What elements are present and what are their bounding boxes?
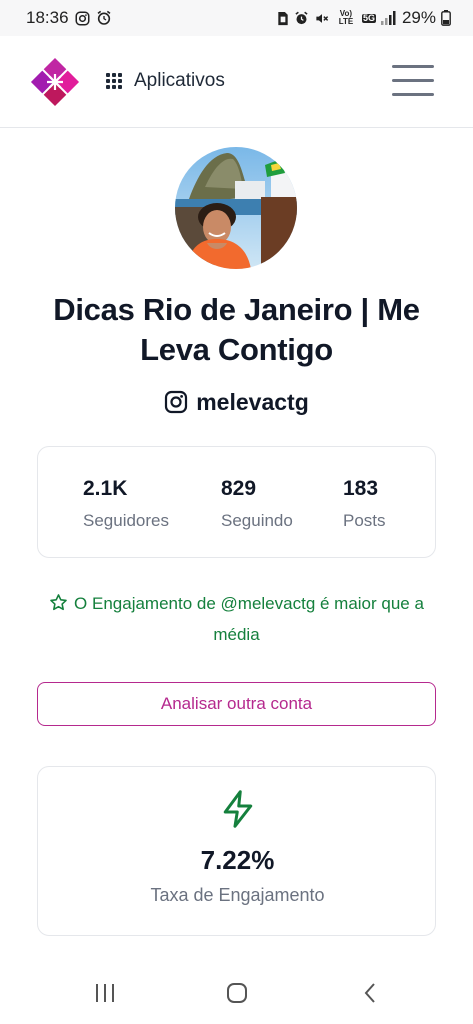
- stat-following: 829 Seguindo: [221, 477, 293, 531]
- volte-icon: Vo) LTE: [338, 9, 354, 26]
- stat-label: Posts: [343, 511, 386, 530]
- star-icon: [49, 593, 68, 621]
- stat-posts: 183 Posts: [343, 477, 386, 531]
- signal-icon: [380, 11, 397, 25]
- profile-name: Dicas Rio de Janeiro | Me Leva Contigo: [53, 292, 420, 367]
- engagement-note: O Engajamento de @melevactg é maior que …: [40, 590, 433, 649]
- stat-followers: 2.1K Seguidores: [83, 477, 169, 531]
- stats-card: 2.1K Seguidores 829 Seguindo 183 Posts: [37, 446, 436, 558]
- home-icon[interactable]: [222, 978, 252, 1008]
- sim-card-icon: [277, 11, 289, 26]
- lightning-bolt-icon: [220, 789, 256, 829]
- battery-icon: [441, 10, 451, 26]
- recent-apps-icon[interactable]: [90, 978, 120, 1008]
- back-icon[interactable]: [355, 978, 385, 1008]
- instagram-notification-icon: [75, 11, 90, 26]
- stat-value: 2.1K: [83, 477, 128, 500]
- system-nav-bar: [0, 960, 473, 1024]
- apps-menu-button[interactable]: Aplicativos: [106, 66, 225, 96]
- engagement-note-text: O Engajamento de @melevactg é maior que …: [74, 594, 424, 644]
- apps-grid-icon: [106, 73, 122, 89]
- hamburger-menu-icon[interactable]: [392, 63, 434, 99]
- profile-handle: melevactg: [196, 388, 309, 415]
- brand-logo-icon[interactable]: [30, 57, 80, 107]
- apps-label: Aplicativos: [134, 70, 225, 91]
- engagement-rate-label: Taxa de Engajamento: [150, 885, 325, 905]
- analyze-another-account-button[interactable]: Analisar outra conta: [37, 682, 436, 726]
- engagement-rate-card: 7.22% Taxa de Engajamento: [37, 766, 436, 936]
- stat-value: 829: [221, 477, 257, 500]
- alarm-icon: [96, 10, 112, 26]
- profile-handle-row[interactable]: melevactg: [0, 386, 473, 418]
- engagement-rate-value: 7.22%: [200, 845, 275, 875]
- battery-percent: 29%: [401, 8, 436, 27]
- stat-label: Seguindo: [221, 511, 293, 530]
- mute-icon: [314, 11, 330, 26]
- alarm-status-icon: [294, 11, 309, 26]
- profile-avatar: [175, 147, 297, 269]
- status-bar: 18:36 Vo) LTE 5G 29%: [0, 0, 473, 36]
- instagram-icon: [164, 390, 188, 414]
- stat-label: Seguidores: [83, 511, 170, 530]
- stat-value: 183: [343, 477, 379, 500]
- status-time: 18:36: [26, 8, 69, 27]
- app-header: Aplicativos: [0, 36, 473, 128]
- network-5g-icon: 5G: [361, 12, 376, 23]
